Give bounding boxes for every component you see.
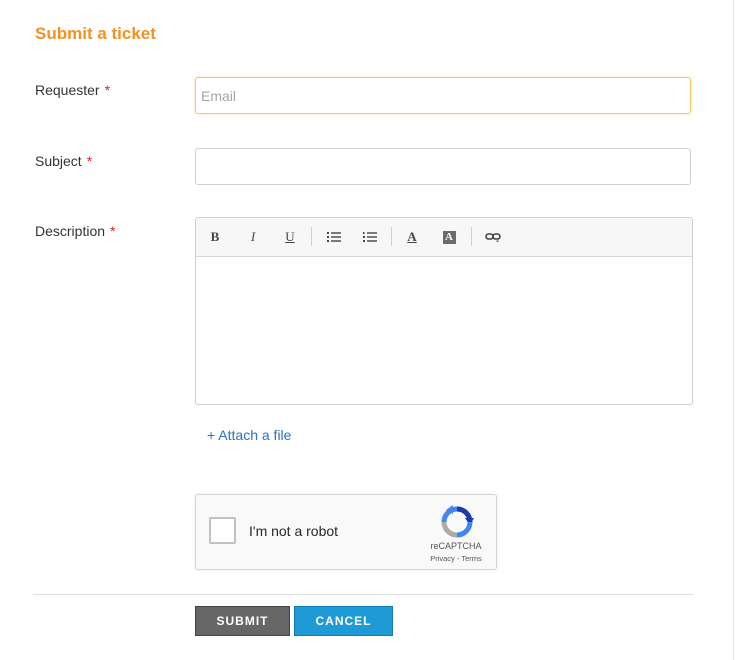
toolbar-separator <box>391 227 392 246</box>
bulleted-list-icon <box>327 232 341 242</box>
insert-link-button[interactable] <box>481 226 505 248</box>
toolbar-separator <box>471 227 472 246</box>
recaptcha-checkbox[interactable] <box>209 517 236 544</box>
toolbar-separator <box>311 227 312 246</box>
requester-label: Requester * <box>35 82 110 98</box>
submit-button[interactable]: SUBMIT <box>195 606 290 636</box>
description-editor: B I U A A <box>195 217 693 405</box>
attach-file-link[interactable]: + Attach a file <box>207 427 291 443</box>
description-label: Description * <box>35 223 115 239</box>
subject-label-text: Subject <box>35 153 82 169</box>
font-color-button[interactable]: A <box>400 226 424 248</box>
requester-label-text: Requester <box>35 82 100 98</box>
recaptcha-terms-link[interactable]: Terms <box>461 554 481 563</box>
page-right-border <box>733 0 734 660</box>
recaptcha-label: I'm not a robot <box>249 523 339 539</box>
underline-button[interactable]: U <box>278 226 302 248</box>
highlight-button[interactable]: A <box>437 226 461 248</box>
numbered-list-icon <box>363 232 377 242</box>
highlight-icon: A <box>442 230 456 244</box>
required-mark: * <box>86 153 93 169</box>
description-label-text: Description <box>35 223 106 239</box>
cancel-button[interactable]: CANCEL <box>294 606 393 636</box>
subject-input[interactable] <box>195 148 691 185</box>
bold-button[interactable]: B <box>203 226 227 248</box>
recaptcha-privacy-link[interactable]: Privacy <box>430 554 455 563</box>
page-title: Submit a ticket <box>35 24 156 43</box>
requester-email-input[interactable] <box>195 77 691 114</box>
description-textarea[interactable] <box>196 257 692 404</box>
subject-label: Subject * <box>35 153 92 169</box>
recaptcha-widget: I'm not a robot reCAPTCHA Privacy - Term… <box>195 494 497 570</box>
form-divider <box>33 594 694 595</box>
recaptcha-brand: reCAPTCHA <box>430 541 482 551</box>
recaptcha-logo-icon <box>441 505 474 538</box>
required-mark: * <box>110 223 116 239</box>
recaptcha-links: Privacy - Terms <box>416 554 496 563</box>
link-icon <box>484 233 501 242</box>
bulleted-list-button[interactable] <box>322 226 346 248</box>
italic-button[interactable]: I <box>241 226 265 248</box>
required-mark: * <box>104 82 111 98</box>
editor-toolbar: B I U A A <box>196 218 692 257</box>
numbered-list-button[interactable] <box>358 226 382 248</box>
